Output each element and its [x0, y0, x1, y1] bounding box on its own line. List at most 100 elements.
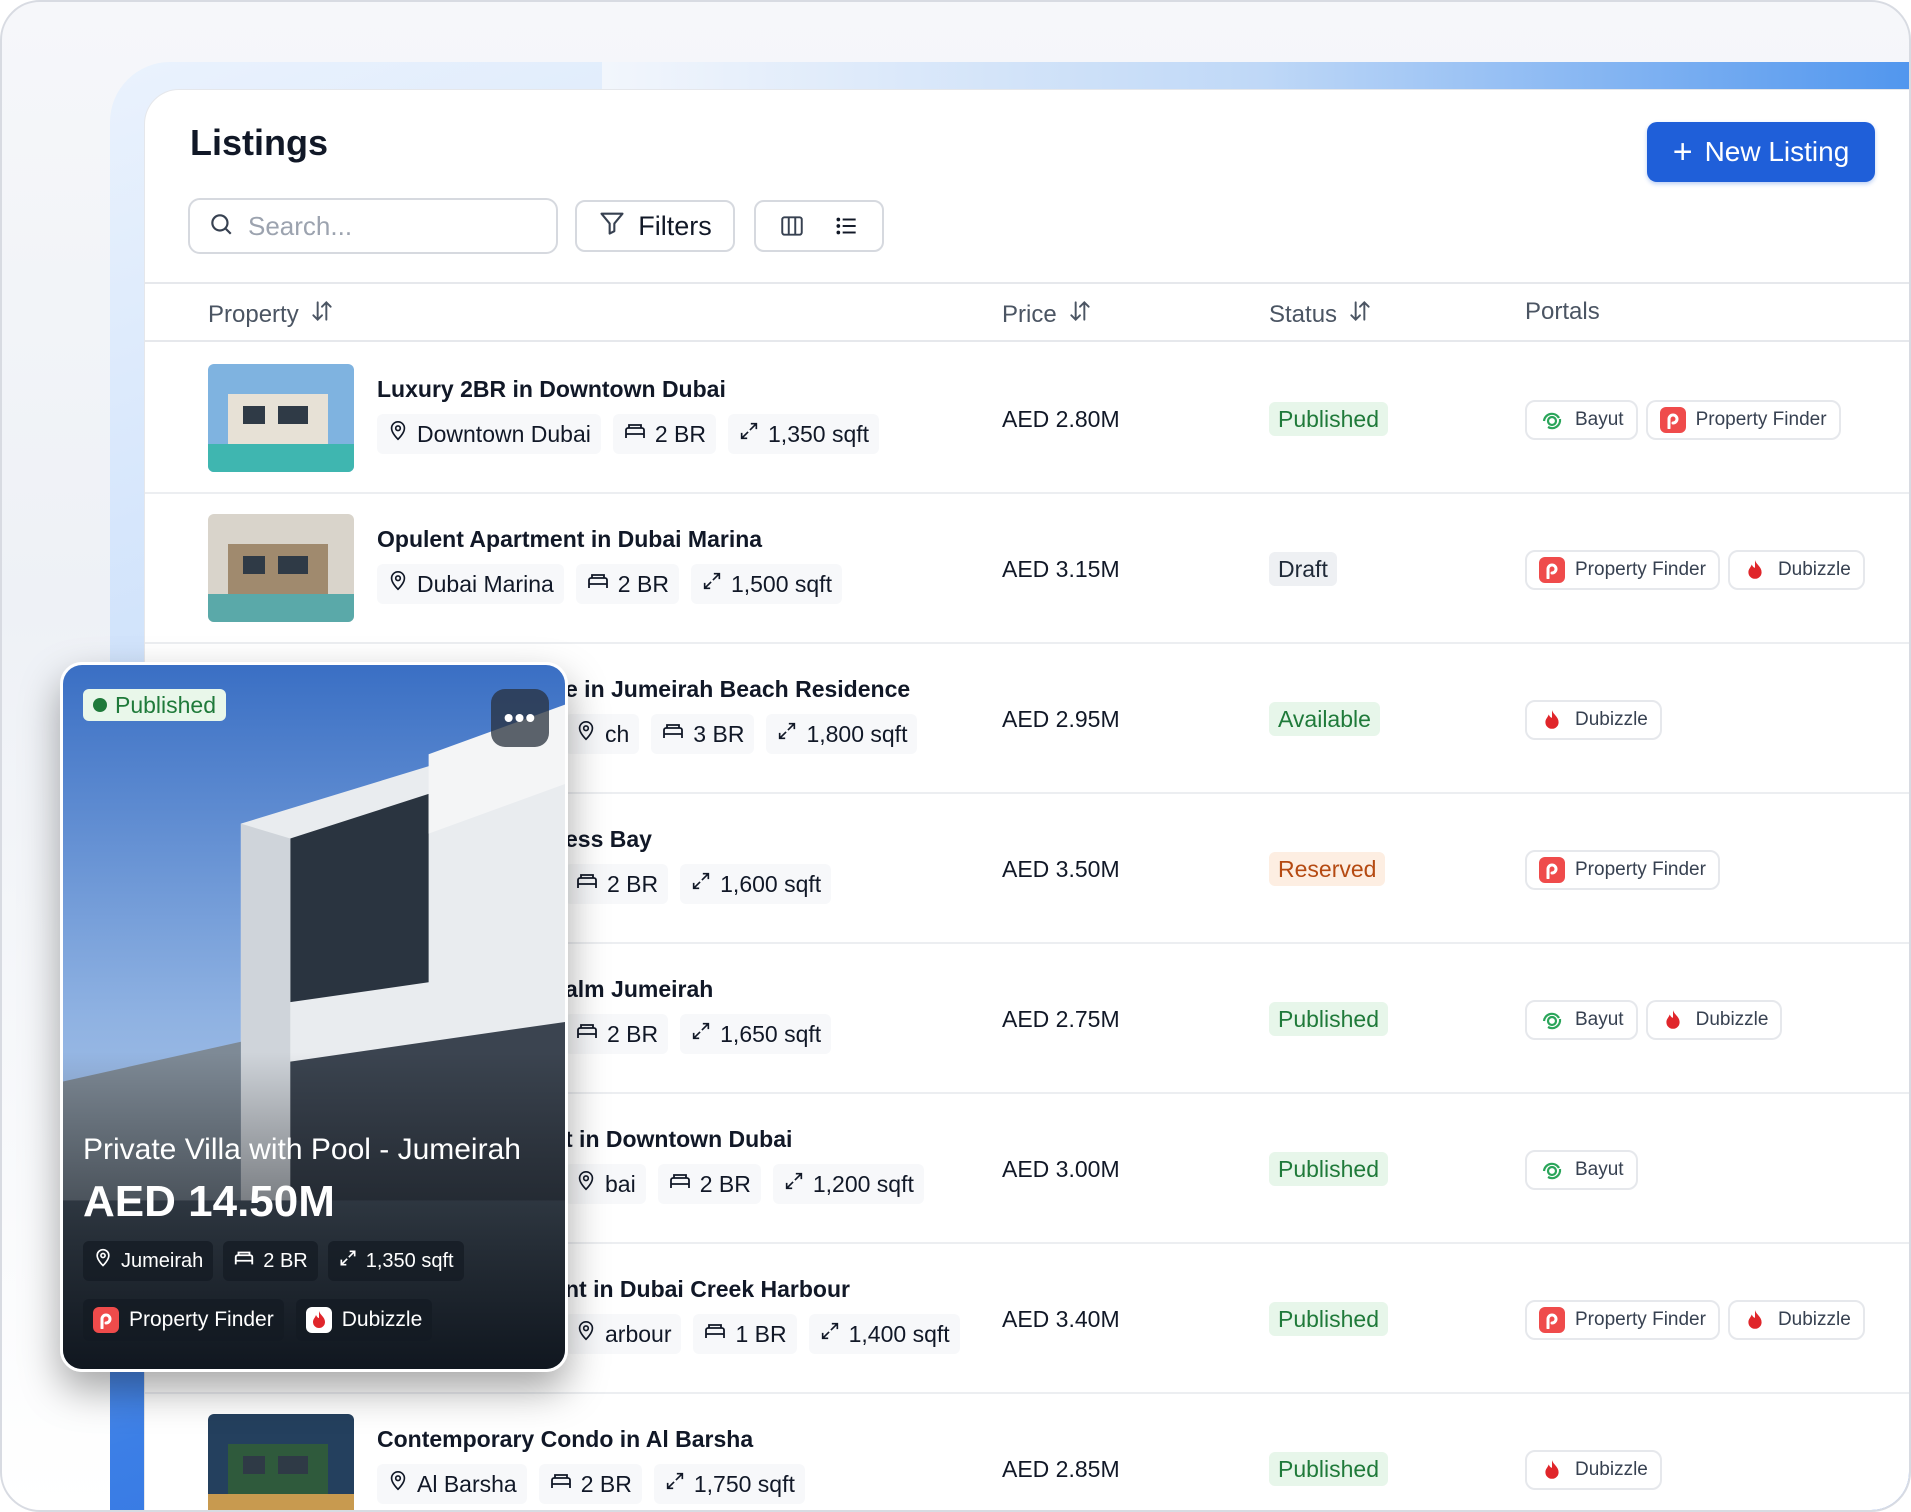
listing-preview-card[interactable]: Published ••• Private Villa with Pool - …	[60, 662, 568, 1372]
bed-icon	[575, 1019, 599, 1049]
property-title[interactable]: Luxury 2BR in Downtown Dubai	[377, 376, 726, 403]
property-finder-icon	[1659, 407, 1686, 433]
card-portal-label: Dubizzle	[341, 1308, 423, 1331]
price-cell: AED 3.50M	[1002, 856, 1120, 882]
table-row[interactable]: Luxury 2BR in Downtown Dubai Downtown Dub…	[145, 344, 1909, 494]
card-portal-dubizzle[interactable]: Dubizzle	[295, 1299, 433, 1341]
column-property[interactable]: Property	[208, 298, 335, 331]
property-thumbnail	[208, 514, 354, 622]
columns-view-icon[interactable]	[768, 206, 816, 246]
area-label: 1,350 sqft	[768, 420, 870, 447]
card-title: Private Villa with Pool - Jumeirah	[83, 1133, 521, 1166]
table-row[interactable]: Opulent Apartment in Dubai Marina Dubai M…	[145, 494, 1909, 644]
list-view-icon[interactable]	[823, 206, 871, 246]
column-status[interactable]: Status	[1269, 298, 1373, 331]
property-title[interactable]: e in Jumeirah Beach Residence	[565, 676, 910, 703]
price-cell: AED 2.85M	[1002, 1456, 1120, 1482]
card-status-badge: Published	[83, 689, 227, 721]
area-label: 1,750 sqft	[693, 1470, 795, 1497]
portals-cell: Property Finder	[1525, 850, 1720, 890]
new-listing-button[interactable]: + New Listing	[1647, 122, 1875, 182]
card-portal-label: Property Finder	[129, 1308, 274, 1331]
search-box[interactable]	[188, 198, 558, 254]
portal-label: Bayut	[1575, 1159, 1624, 1180]
status-badge: Reserved	[1269, 852, 1386, 886]
search-input[interactable]	[248, 210, 508, 242]
location-pin-icon	[575, 1170, 597, 1198]
portal-dubizzle[interactable]: Dubizzle	[1525, 700, 1662, 740]
location-pin-icon	[387, 1470, 409, 1498]
column-price[interactable]: Price	[1002, 298, 1093, 331]
column-portals-label: Portals	[1525, 298, 1600, 325]
area-label: 1,600 sqft	[720, 870, 822, 897]
area-chip: 1,750 sqft	[653, 1464, 805, 1504]
property-title[interactable]: alm Jumeirah	[565, 976, 713, 1003]
bayut-icon	[1539, 1007, 1565, 1033]
portal-property-finder[interactable]: Property Finder	[1525, 550, 1720, 590]
beds-label: 2 BR	[607, 870, 659, 897]
bayut-icon	[1539, 407, 1565, 433]
location-label: Dubai Marina	[417, 570, 554, 597]
portal-property-finder[interactable]: Property Finder	[1525, 1300, 1720, 1340]
status-badge: Available	[1269, 702, 1380, 736]
portal-dubizzle[interactable]: Dubizzle	[1727, 550, 1865, 590]
portal-dubizzle[interactable]: Dubizzle	[1727, 1300, 1865, 1340]
property-title[interactable]: Opulent Apartment in Dubai Marina	[377, 526, 762, 553]
filters-button[interactable]: Filters	[575, 200, 735, 252]
location-label: Al Barsha	[417, 1470, 517, 1497]
status-dot-icon	[93, 698, 107, 712]
location-pin-icon	[575, 720, 597, 748]
property-title[interactable]: Contemporary Condo in Al Barsha	[377, 1426, 753, 1453]
sort-icon	[309, 298, 335, 331]
card-more-button[interactable]: •••	[491, 689, 549, 747]
price-cell: AED 3.15M	[1002, 556, 1120, 582]
beds-label: 2 BR	[699, 1170, 751, 1197]
portal-bayut[interactable]: Bayut	[1525, 1150, 1638, 1190]
area-label: 1,500 sqft	[730, 570, 832, 597]
area-expand-icon	[738, 420, 760, 448]
beds-chip: 2 BR	[565, 1014, 669, 1054]
area-chip: 1,200 sqft	[772, 1164, 924, 1204]
portal-bayut[interactable]: Bayut	[1525, 1000, 1638, 1040]
bed-icon	[668, 1169, 692, 1199]
decorative-backdrop-top	[602, 62, 1909, 90]
beds-chip: 2 BR	[565, 864, 669, 904]
bed-icon	[703, 1319, 727, 1349]
location-label: ch	[605, 720, 630, 747]
portals-cell: Bayut Property Finder	[1525, 400, 1841, 440]
bed-icon	[623, 419, 647, 449]
property-title[interactable]: t in Downtown Dubai	[565, 1126, 792, 1153]
price-cell: AED 2.95M	[1002, 706, 1120, 732]
status-badge: Published	[1269, 402, 1389, 436]
area-chip: 1,650 sqft	[680, 1014, 832, 1054]
property-title[interactable]: nt in Dubai Creek Harbour	[565, 1276, 850, 1303]
area-chip: 1,600 sqft	[680, 864, 832, 904]
beds-label: 2 BR	[607, 1020, 659, 1047]
portal-dubizzle[interactable]: Dubizzle	[1525, 1450, 1662, 1490]
area-expand-icon	[776, 720, 798, 748]
area-expand-icon	[690, 870, 712, 898]
portal-dubizzle[interactable]: Dubizzle	[1645, 1000, 1783, 1040]
status-badge: Draft	[1269, 552, 1337, 586]
area-label: 1,650 sqft	[720, 1020, 822, 1047]
column-status-label: Status	[1269, 300, 1338, 328]
price-cell: AED 3.00M	[1002, 1156, 1120, 1182]
property-thumbnail	[208, 1414, 354, 1510]
area-expand-icon	[783, 1170, 805, 1198]
portal-label: Property Finder	[1575, 559, 1706, 580]
card-portal-property-finder[interactable]: Property Finder	[83, 1299, 284, 1341]
portal-bayut[interactable]: Bayut	[1525, 400, 1638, 440]
location-chip: bai	[565, 1164, 646, 1204]
portals-cell: Bayut	[1525, 1150, 1638, 1190]
beds-chip: 2 BR	[538, 1464, 642, 1504]
portal-label: Bayut	[1575, 409, 1624, 430]
beds-label: 3 BR	[693, 720, 745, 747]
table-row[interactable]: Contemporary Condo in Al Barsha Al Barsha…	[145, 1394, 1909, 1510]
portal-property-finder[interactable]: Property Finder	[1645, 400, 1841, 440]
beds-chip: 2 BR	[657, 1164, 761, 1204]
property-title[interactable]: ess Bay	[565, 826, 652, 853]
area-expand-icon	[690, 1020, 712, 1048]
property-details: Downtown Dubai 2 BR 1,350 sqft	[377, 414, 880, 454]
column-property-label: Property	[208, 300, 299, 328]
portal-property-finder[interactable]: Property Finder	[1525, 850, 1720, 890]
